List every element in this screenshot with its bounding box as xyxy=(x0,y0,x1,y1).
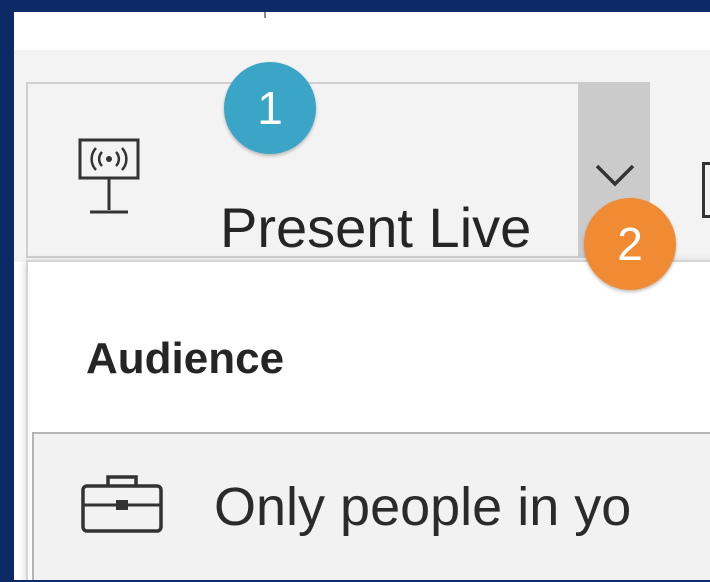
audience-option-organization[interactable]: Only people in yo xyxy=(32,432,710,580)
briefcase-icon xyxy=(81,475,163,533)
callout-badge-1: 1 xyxy=(224,62,316,154)
chevron-down-icon xyxy=(595,164,635,187)
audience-dropdown-menu: Audience Only people in yo xyxy=(26,260,710,580)
divider xyxy=(264,12,266,18)
callout-badge-2: 2 xyxy=(584,198,676,290)
present-live-label: Present Live xyxy=(220,196,532,259)
partial-toolbar-icon[interactable] xyxy=(702,162,710,218)
presenter-screen-icon xyxy=(78,138,140,214)
audience-heading: Audience xyxy=(86,334,285,383)
audience-option-label: Only people in yo xyxy=(214,477,632,537)
app-window: Present Live Audience Only people in yo … xyxy=(14,12,710,580)
